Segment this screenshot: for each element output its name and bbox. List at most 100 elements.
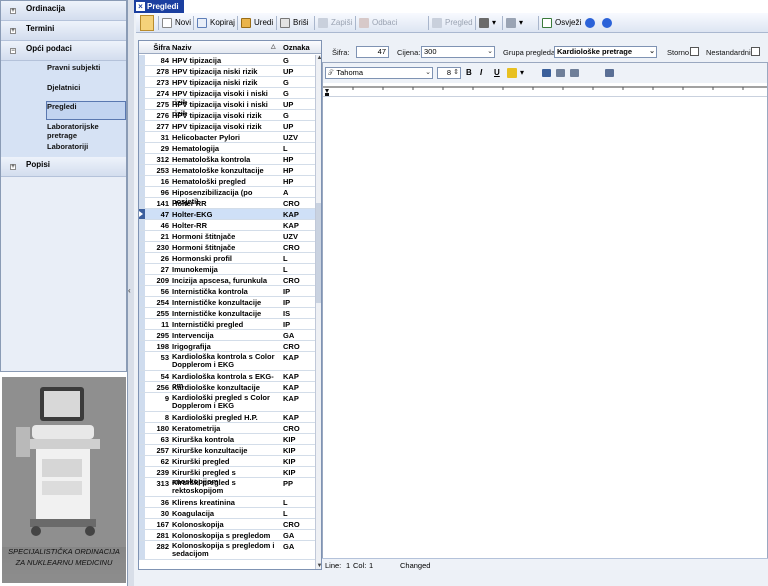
table-row[interactable]: 312 Hematološka kontrola HP	[139, 154, 315, 165]
table-row[interactable]: 256 Kardiološke konzultacije KAP	[139, 382, 315, 393]
novi-button[interactable]: Novi	[162, 15, 191, 31]
table-row[interactable]: 8 Kardiološki pregled H.P. KAP	[139, 412, 315, 423]
osvjezi-button[interactable]: Osvježi	[542, 15, 581, 31]
pregled-button[interactable]: Pregled	[432, 15, 473, 31]
table-row[interactable]: 11 Internistički pregled IP	[139, 319, 315, 330]
editor-ruler[interactable]	[323, 83, 767, 97]
cell-oznaka: CRO	[283, 342, 300, 351]
table-row[interactable]: 255 Internističke konzultacije IS	[139, 308, 315, 319]
bullets-button[interactable]	[605, 65, 617, 81]
nav-group-opci-podaci[interactable]: − Opći podaci	[1, 41, 126, 61]
cijena-input[interactable]: 300 ⌄	[421, 46, 495, 58]
tools-dropdown-button[interactable]: ▾	[479, 15, 496, 31]
odbaci-button[interactable]: Odbaci	[359, 15, 397, 31]
nav-item-pregledi[interactable]: Pregledi	[47, 102, 77, 111]
table-row[interactable]: 16 Hematološki pregled HP	[139, 176, 315, 187]
table-row[interactable]: 141 Holter RR CRO	[139, 198, 315, 209]
table-row[interactable]: 278 HPV tipizacija niski rizik UP	[139, 66, 315, 77]
spin-icon[interactable]: ⇕	[453, 68, 459, 78]
font-size-select[interactable]: 8 ⇕	[437, 67, 461, 79]
table-row[interactable]: 282 Kolonoskopija s pregledom i sedacijom…	[139, 541, 315, 560]
collapse-icon[interactable]: −	[10, 48, 16, 54]
table-row[interactable]: 281 Kolonoskopija s pregledom GA	[139, 530, 315, 541]
chevron-down-icon[interactable]: ⌄	[649, 47, 655, 57]
table-row[interactable]: 46 Holter-RR KAP	[139, 220, 315, 231]
table-row[interactable]: 47 Holter-EKG KAP	[139, 209, 315, 220]
rich-text-editor[interactable]: 𝒯 Tahoma ⌄ 8 ⇕ B I U ▾	[322, 62, 768, 570]
storno-checkbox[interactable]	[690, 47, 699, 56]
table-row[interactable]: 36 Klirens kreatinina L	[139, 497, 315, 508]
table-row[interactable]: 30 Koagulacija L	[139, 508, 315, 519]
align-right-button[interactable]	[570, 65, 582, 81]
table-row[interactable]: 277 HPV tipizacija visoki rizik UP	[139, 121, 315, 132]
table-row[interactable]: 26 Hormonski profil L	[139, 253, 315, 264]
table-row[interactable]: 27 Imunokemija L	[139, 264, 315, 275]
column-header-oznaka[interactable]: Oznaka	[283, 43, 310, 52]
table-row[interactable]: 62 Kirurški pregled KIP	[139, 456, 315, 467]
cell-naziv: HPV tipizacija visoki rizik	[172, 111, 262, 120]
table-row[interactable]: 56 Internistička kontrola IP	[139, 286, 315, 297]
grupa-pregleda-select[interactable]: Kardiološke pretrage ⌄	[554, 46, 657, 58]
chevron-down-icon[interactable]: ⌄	[425, 68, 431, 78]
font-select[interactable]: 𝒯 Tahoma ⌄	[325, 67, 433, 79]
nav-item-laboratorijske-pretrage[interactable]: Laboratorijske pretrage	[47, 122, 117, 140]
table-row[interactable]: 167 Kolonoskopija CRO	[139, 519, 315, 530]
table-row[interactable]: 54 Kardiološka kontrola s EKG-om KAP	[139, 371, 315, 390]
nav-group-ordinacija[interactable]: + Ordinacija	[1, 1, 126, 21]
nav-group-termini[interactable]: + Termini	[1, 21, 126, 41]
table-row[interactable]: 63 Kirurška kontrola KIP	[139, 434, 315, 445]
table-row[interactable]: 295 Intervencija GA	[139, 330, 315, 341]
table-row[interactable]: 180 Keratometrija CRO	[139, 423, 315, 434]
collapse-arrow-icon[interactable]: ‹	[128, 286, 131, 295]
brisi-button[interactable]: Briši	[280, 15, 309, 31]
column-header-naziv[interactable]: Naziv	[172, 43, 192, 52]
highlight-color-button[interactable]: ▾	[507, 65, 524, 81]
table-row[interactable]: 273 HPV tipizacija niski rizik G	[139, 77, 315, 88]
underline-button[interactable]: U	[494, 65, 500, 81]
forward-button[interactable]	[602, 15, 616, 31]
table-row[interactable]: 313 Kirurški pregled s rektoskopijom PP	[139, 478, 315, 497]
bold-button[interactable]: B	[466, 65, 472, 81]
table-row[interactable]: 84 HPV tipizacija G	[139, 55, 315, 66]
scroll-up-icon[interactable]: ▲	[316, 55, 321, 61]
expand-icon[interactable]: +	[10, 28, 16, 34]
table-row[interactable]: 31 Helicobacter Pylori UZV	[139, 132, 315, 143]
table-row[interactable]: 230 Hormoni štitnjače CRO	[139, 242, 315, 253]
align-center-button[interactable]	[556, 65, 568, 81]
italic-button[interactable]: I	[480, 65, 482, 81]
grid-scrollbar[interactable]: ▲ ▼	[315, 55, 321, 569]
table-row[interactable]: 276 HPV tipizacija visoki rizik G	[139, 110, 315, 121]
table-row[interactable]: 9 Kardiološki pregled s Color Dopplerom i…	[139, 393, 315, 412]
pointer-button[interactable]	[140, 15, 154, 31]
expand-icon[interactable]: +	[10, 164, 16, 170]
nav-item-pravni-subjekti[interactable]: Pravni subjekti	[47, 63, 100, 72]
column-header-sifra[interactable]: Šifra	[139, 43, 170, 52]
nav-item-laboratoriji[interactable]: Laboratoriji	[47, 142, 88, 151]
table-row[interactable]: 275 HPV tipizacija visoki i niski rizik UP	[139, 99, 315, 118]
table-row[interactable]: 53 Kardiološka kontrola s Color Dopplerom…	[139, 352, 315, 371]
print-dropdown-button[interactable]: ▾	[506, 15, 523, 31]
nav-group-popisi[interactable]: + Popisi	[1, 157, 126, 177]
kopiraj-button[interactable]: Kopiraj	[197, 15, 235, 31]
uredi-button[interactable]: Uredi	[241, 15, 273, 31]
expand-icon[interactable]: +	[10, 8, 16, 14]
nav-item-djelatnici[interactable]: Djelatnici	[47, 83, 80, 92]
table-row[interactable]: 198 Irigografija CRO	[139, 341, 315, 352]
table-row[interactable]: 29 Hematologija L	[139, 143, 315, 154]
table-row[interactable]: 96 Hiposenzibilizacija (po posjeti) A	[139, 187, 315, 206]
table-row[interactable]: 257 Kirurške konzultacije KIP	[139, 445, 315, 456]
back-button[interactable]	[585, 15, 599, 31]
sifra-input[interactable]: 47	[356, 46, 389, 58]
table-row[interactable]: 239 Kirurški pregled s anoskopijom KIP	[139, 467, 315, 486]
table-row[interactable]: 21 Hormoni štitnjače UZV	[139, 231, 315, 242]
table-row[interactable]: 209 Incizija apscesa, furunkula CRO	[139, 275, 315, 286]
chevron-down-icon[interactable]: ⌄	[487, 47, 493, 57]
close-icon[interactable]: ×	[136, 2, 145, 11]
window-tab[interactable]: × Pregledi	[134, 0, 184, 13]
nestandardni-checkbox[interactable]	[751, 47, 760, 56]
table-row[interactable]: 254 Internističke konzultacije IP	[139, 297, 315, 308]
table-row[interactable]: 274 HPV tipizacija visoki i niski rizik G	[139, 88, 315, 107]
table-row[interactable]: 253 Hematološke konzultacije HP	[139, 165, 315, 176]
zapisi-button[interactable]: Zapiši	[318, 15, 352, 31]
align-left-button[interactable]	[542, 65, 554, 81]
